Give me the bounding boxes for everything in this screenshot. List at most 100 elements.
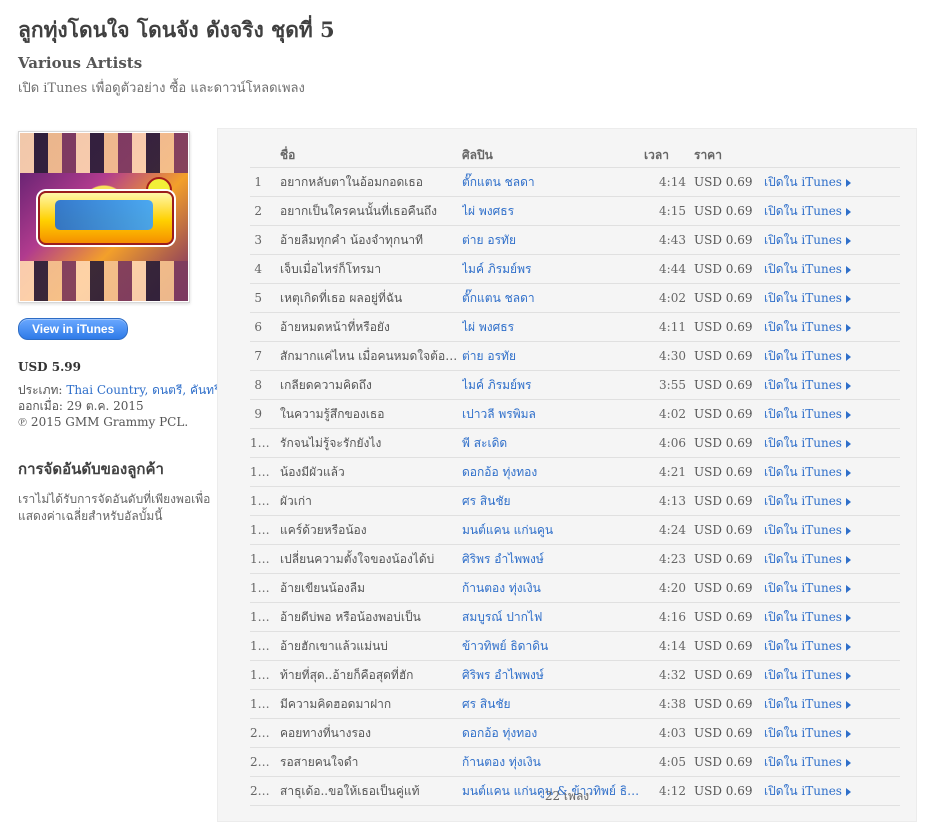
track-artist[interactable]: ดอกอ้อ ทุ่งทอง <box>462 457 644 487</box>
open-in-itunes-link[interactable]: เปิดใน iTunes <box>764 196 900 226</box>
open-in-itunes-label[interactable]: เปิดใน iTunes <box>764 668 842 682</box>
track-time: 4:43 <box>644 225 694 255</box>
open-in-itunes-link[interactable]: เปิดใน iTunes <box>764 689 900 719</box>
open-in-itunes-link[interactable]: เปิดใน iTunes <box>764 457 900 487</box>
open-in-itunes-label[interactable]: เปิดใน iTunes <box>764 320 842 334</box>
open-in-itunes-label[interactable]: เปิดใน iTunes <box>764 755 842 769</box>
track-title[interactable]: น้องมีผัวแล้ว <box>280 457 462 487</box>
open-in-itunes-label[interactable]: เปิดใน iTunes <box>764 233 842 247</box>
track-title[interactable]: อยากหลับตาในอ้อมกอดเธอ <box>280 167 462 197</box>
track-artist[interactable]: ไมค์ ภิรมย์พร <box>462 254 644 284</box>
column-price: ราคา <box>694 143 764 168</box>
table-row: 17 อ้ายฮักเขาแล้วแม่นบ่ ข้าวทิพย์ ธิดาดิ… <box>250 631 900 661</box>
track-time: 4:03 <box>644 718 694 748</box>
album-header: ลูกทุ่งโดนใจ โดนจัง ดังจริง ชุดที่ 5 Var… <box>18 14 918 99</box>
track-number: 1 <box>250 167 280 197</box>
track-artist[interactable]: ไผ่ พงศธร <box>462 312 644 342</box>
track-artist[interactable]: ตั๊กแตน ชลดา <box>462 167 644 197</box>
track-artist[interactable]: ก้านตอง ทุ่งเงิน <box>462 573 644 603</box>
open-in-itunes-link[interactable]: เปิดใน iTunes <box>764 660 900 690</box>
track-title[interactable]: อ้ายเขียนน้องลืม <box>280 573 462 603</box>
open-in-itunes-link[interactable]: เปิดใน iTunes <box>764 399 900 429</box>
open-in-itunes-link[interactable]: เปิดใน iTunes <box>764 370 900 400</box>
open-in-itunes-link[interactable]: เปิดใน iTunes <box>764 631 900 661</box>
track-artist[interactable]: มนต์แคน แก่นคูน <box>462 515 644 545</box>
track-title[interactable]: เกลียดความคิดถึง <box>280 370 462 400</box>
track-artist[interactable]: ศร สินชัย <box>462 486 644 516</box>
track-title[interactable]: ในความรู้สึกของเธอ <box>280 399 462 429</box>
open-in-itunes-label[interactable]: เปิดใน iTunes <box>764 639 842 653</box>
track-title[interactable]: ผัวเก่า <box>280 486 462 516</box>
view-in-itunes-button[interactable]: View in iTunes <box>18 318 129 340</box>
album-cover[interactable] <box>18 131 190 303</box>
genre-line: ประเภท: Thai Country, ดนตรี, คันทรี <box>18 382 221 398</box>
open-in-itunes-link[interactable]: เปิดใน iTunes <box>764 225 900 255</box>
track-title[interactable]: อ้ายลืมทุกคำ น้องจำทุกนาที <box>280 225 462 255</box>
track-title[interactable]: คอยทางที่นางรอง <box>280 718 462 748</box>
track-artist[interactable]: ต่าย อรทัย <box>462 341 644 371</box>
track-artist[interactable]: ข้าวทิพย์ ธิดาดิน <box>462 631 644 661</box>
track-title[interactable]: เจ็บเมื่อไหร่ก็โทรมา <box>280 254 462 284</box>
chevron-right-icon <box>845 585 851 593</box>
track-title[interactable]: ท้ายที่สุด..อ้ายก็คือสุดที่ฮัก <box>280 660 462 690</box>
track-time: 4:14 <box>644 167 694 197</box>
open-in-itunes-label[interactable]: เปิดใน iTunes <box>764 436 842 450</box>
track-artist[interactable]: พี สะเดิด <box>462 428 644 458</box>
open-in-itunes-label[interactable]: เปิดใน iTunes <box>764 523 842 537</box>
track-title[interactable]: อ้ายฮักเขาแล้วแม่นบ่ <box>280 631 462 661</box>
track-artist[interactable]: ตั๊กแตน ชลดา <box>462 283 644 313</box>
track-title[interactable]: มีความคิดฮอดมาฝาก <box>280 689 462 719</box>
open-in-itunes-link[interactable]: เปิดใน iTunes <box>764 486 900 516</box>
track-artist[interactable]: สมบูรณ์ ปากไฟ <box>462 602 644 632</box>
open-in-itunes-link[interactable]: เปิดใน iTunes <box>764 254 900 284</box>
track-artist[interactable]: ก้านตอง ทุ่งเงิน <box>462 747 644 777</box>
open-in-itunes-label[interactable]: เปิดใน iTunes <box>764 291 842 305</box>
open-in-itunes-link[interactable]: เปิดใน iTunes <box>764 573 900 603</box>
open-in-itunes-link[interactable]: เปิดใน iTunes <box>764 602 900 632</box>
track-artist[interactable]: ไมค์ ภิรมย์พร <box>462 370 644 400</box>
open-in-itunes-label[interactable]: เปิดใน iTunes <box>764 262 842 276</box>
open-in-itunes-link[interactable]: เปิดใน iTunes <box>764 544 900 574</box>
open-in-itunes-link[interactable]: เปิดใน iTunes <box>764 312 900 342</box>
track-artist[interactable]: ต่าย อรทัย <box>462 225 644 255</box>
open-in-itunes-link[interactable]: เปิดใน iTunes <box>764 167 900 197</box>
track-time: 4:44 <box>644 254 694 284</box>
track-title[interactable]: สักมากแค่ไหน เมื่อคนหมดใจต้อง... <box>280 341 462 371</box>
open-in-itunes-link[interactable]: เปิดใน iTunes <box>764 341 900 371</box>
track-title[interactable]: อ้ายดีบ่พอ หรือน้องพอบ่เป็น <box>280 602 462 632</box>
track-title[interactable]: อยากเป็นใครคนนั้นที่เธอคืนถึง <box>280 196 462 226</box>
track-title[interactable]: แคร์ด้วยหรือน้อง <box>280 515 462 545</box>
track-number: 8 <box>250 370 280 400</box>
open-in-itunes-link[interactable]: เปิดใน iTunes <box>764 283 900 313</box>
open-in-itunes-link[interactable]: เปิดใน iTunes <box>764 515 900 545</box>
genre-links[interactable]: Thai Country, ดนตรี, คันทรี <box>66 383 220 397</box>
track-time: 4:16 <box>644 602 694 632</box>
track-artist[interactable]: ไผ่ พงศธร <box>462 196 644 226</box>
track-artist[interactable]: ดอกอ้อ ทุ่งทอง <box>462 718 644 748</box>
open-in-itunes-label[interactable]: เปิดใน iTunes <box>764 378 842 392</box>
track-title[interactable]: รักจนไม่รู้จะรักยังไง <box>280 428 462 458</box>
open-in-itunes-label[interactable]: เปิดใน iTunes <box>764 726 842 740</box>
open-in-itunes-label[interactable]: เปิดใน iTunes <box>764 552 842 566</box>
track-title[interactable]: เหตุเกิดที่เธอ ผลอยู่ที่ฉัน <box>280 283 462 313</box>
track-number: 11 <box>250 457 280 487</box>
track-artist[interactable]: เปาวลี พรพิมล <box>462 399 644 429</box>
track-artist[interactable]: ศร สินชัย <box>462 689 644 719</box>
track-title[interactable]: เปลี่ยนความตั้งใจของน้องได้บ่ <box>280 544 462 574</box>
open-in-itunes-label[interactable]: เปิดใน iTunes <box>764 697 842 711</box>
open-in-itunes-label[interactable]: เปิดใน iTunes <box>764 610 842 624</box>
open-in-itunes-label[interactable]: เปิดใน iTunes <box>764 175 842 189</box>
open-in-itunes-label[interactable]: เปิดใน iTunes <box>764 407 842 421</box>
open-in-itunes-link[interactable]: เปิดใน iTunes <box>764 747 900 777</box>
track-title[interactable]: รอสายคนใจดำ <box>280 747 462 777</box>
open-in-itunes-label[interactable]: เปิดใน iTunes <box>764 204 842 218</box>
open-in-itunes-label[interactable]: เปิดใน iTunes <box>764 494 842 508</box>
track-artist[interactable]: ศิริพร อำไพพงษ์ <box>462 544 644 574</box>
track-title[interactable]: อ้ายหมดหน้าที่หรือยัง <box>280 312 462 342</box>
open-in-itunes-label[interactable]: เปิดใน iTunes <box>764 581 842 595</box>
open-in-itunes-link[interactable]: เปิดใน iTunes <box>764 718 900 748</box>
open-in-itunes-label[interactable]: เปิดใน iTunes <box>764 465 842 479</box>
track-artist[interactable]: ศิริพร อำไพพงษ์ <box>462 660 644 690</box>
open-in-itunes-link[interactable]: เปิดใน iTunes <box>764 428 900 458</box>
open-in-itunes-label[interactable]: เปิดใน iTunes <box>764 349 842 363</box>
